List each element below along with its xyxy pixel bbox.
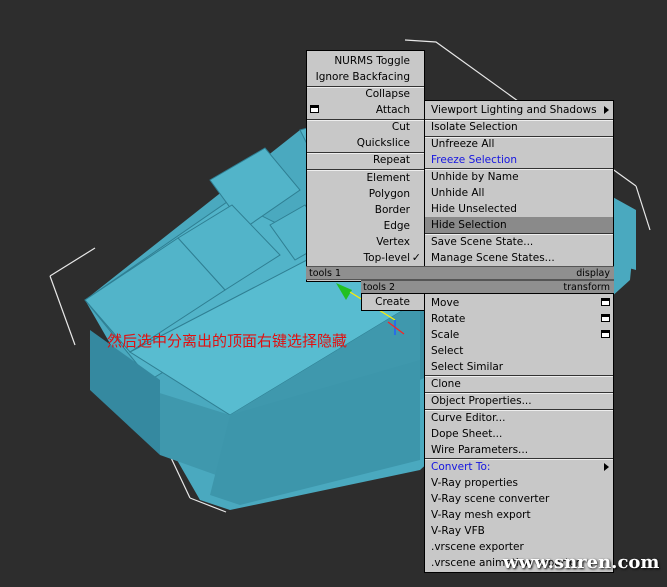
menu-item-clone[interactable]: Clone bbox=[425, 376, 613, 392]
menu-item-label: Freeze Selection bbox=[431, 154, 517, 166]
menu-item-label: Wire Parameters... bbox=[431, 444, 529, 456]
quad-menu-transform: Move Rotate Scale Select Select Similar … bbox=[424, 293, 614, 573]
menu-item-label: Quickslice bbox=[356, 137, 410, 149]
menu-item-select-similar[interactable]: Select Similar bbox=[425, 359, 613, 375]
menu-item-label: Manage Scene States... bbox=[431, 252, 555, 264]
settings-box-icon[interactable] bbox=[601, 330, 610, 338]
menu-item-label: Create bbox=[375, 296, 410, 308]
menu-item-object-properties[interactable]: Object Properties... bbox=[425, 393, 613, 409]
header-label-tools1: tools 1 bbox=[309, 268, 342, 279]
menu-item-isolate-selection[interactable]: Isolate Selection bbox=[425, 119, 613, 135]
menu-item-freeze-selection[interactable]: Freeze Selection bbox=[425, 152, 613, 168]
submenu-arrow-icon bbox=[604, 463, 609, 471]
menu-item-label: Unhide by Name bbox=[431, 171, 519, 183]
menu-item-dope-sheet[interactable]: Dope Sheet... bbox=[425, 426, 613, 442]
menu-item-label: Scale bbox=[431, 329, 460, 341]
menu-item-label: Unhide All bbox=[431, 187, 485, 199]
menu-item-label: Object Properties... bbox=[431, 395, 532, 407]
menu-item-vertex[interactable]: Vertex bbox=[307, 234, 424, 250]
settings-box-icon[interactable] bbox=[601, 314, 610, 322]
menu-item-label: Vertex bbox=[376, 236, 410, 248]
menu-item-collapse[interactable]: Collapse bbox=[307, 86, 424, 102]
menu-item-polygon[interactable]: Polygon bbox=[307, 186, 424, 202]
menu-item-convert-to[interactable]: Convert To: bbox=[425, 459, 613, 475]
menu-item-repeat[interactable]: Repeat bbox=[307, 152, 424, 168]
menu-item-edge[interactable]: Edge bbox=[307, 218, 424, 234]
menu-item-create[interactable]: Create bbox=[362, 294, 424, 310]
menu-item-label: Polygon bbox=[368, 188, 410, 200]
header-label-display: display bbox=[576, 268, 610, 279]
menu-item-top-level[interactable]: Top-level ✓ bbox=[307, 250, 424, 266]
submenu-arrow-icon bbox=[604, 106, 609, 114]
menu-item-label: Attach bbox=[375, 104, 410, 116]
menu-item-curve-editor[interactable]: Curve Editor... bbox=[425, 410, 613, 426]
menu-item-label: Hide Selection bbox=[431, 219, 507, 231]
quad-header-tools1-display: tools 1 display bbox=[306, 266, 614, 280]
menu-item-label: Ignore Backfacing bbox=[315, 71, 410, 83]
menu-item-cut[interactable]: Cut bbox=[307, 119, 424, 135]
checkmark-icon: ✓ bbox=[411, 251, 421, 264]
settings-box-icon[interactable] bbox=[310, 105, 319, 113]
settings-box-icon[interactable] bbox=[601, 298, 610, 306]
menu-item-label: NURMS Toggle bbox=[334, 55, 410, 67]
menu-item-label: Cut bbox=[391, 121, 410, 133]
menu-item-label: V-Ray scene converter bbox=[431, 493, 550, 505]
menu-item-border[interactable]: Border bbox=[307, 202, 424, 218]
menu-item-save-scene-state[interactable]: Save Scene State... bbox=[425, 234, 613, 250]
watermark-logo: www.snren.com bbox=[503, 552, 660, 573]
menu-item-hide-unselected[interactable]: Hide Unselected bbox=[425, 201, 613, 217]
menu-item-element[interactable]: Element bbox=[307, 170, 424, 186]
menu-item-move[interactable]: Move bbox=[425, 295, 613, 311]
tutorial-caption: 然后选中分离出的顶面右键选择隐藏 bbox=[107, 332, 348, 350]
quad-menu-tools2: Create bbox=[361, 293, 425, 311]
menu-item-label: Unfreeze All bbox=[431, 138, 495, 150]
menu-item-unhide-all[interactable]: Unhide All bbox=[425, 185, 613, 201]
menu-item-nurms-toggle[interactable]: NURMS Toggle bbox=[307, 53, 424, 69]
menu-item-label: Border bbox=[374, 204, 410, 216]
menu-item-vray-scene-converter[interactable]: V-Ray scene converter bbox=[425, 491, 613, 507]
menu-item-label: Curve Editor... bbox=[431, 412, 506, 424]
menu-item-scale[interactable]: Scale bbox=[425, 327, 613, 343]
menu-item-label: Rotate bbox=[431, 313, 466, 325]
menu-item-hide-selection[interactable]: Hide Selection bbox=[425, 217, 613, 233]
menu-item-label: V-Ray properties bbox=[431, 477, 518, 489]
menu-item-unhide-by-name[interactable]: Unhide by Name bbox=[425, 169, 613, 185]
menu-item-wire-parameters[interactable]: Wire Parameters... bbox=[425, 442, 613, 458]
menu-item-label: Top-level bbox=[363, 252, 410, 264]
menu-item-label: V-Ray VFB bbox=[431, 525, 485, 537]
menu-item-vray-mesh-export[interactable]: V-Ray mesh export bbox=[425, 507, 613, 523]
menu-item-label: Clone bbox=[431, 378, 461, 390]
menu-item-label: Element bbox=[366, 172, 410, 184]
menu-item-label: Collapse bbox=[365, 88, 410, 100]
menu-item-label: Convert To: bbox=[431, 461, 491, 473]
menu-item-label: Save Scene State... bbox=[431, 236, 534, 248]
menu-item-label: Repeat bbox=[373, 154, 410, 166]
menu-item-label: Move bbox=[431, 297, 460, 309]
quad-menu-tools1: NURMS Toggle Ignore Backfacing Collapse … bbox=[306, 50, 425, 282]
menu-item-label: Edge bbox=[383, 220, 410, 232]
menu-item-unfreeze-all[interactable]: Unfreeze All bbox=[425, 136, 613, 152]
menu-item-attach[interactable]: Attach bbox=[307, 102, 424, 118]
menu-item-quickslice[interactable]: Quickslice bbox=[307, 135, 424, 151]
menu-item-label: Viewport Lighting and Shadows bbox=[431, 104, 597, 116]
menu-item-ignore-backfacing[interactable]: Ignore Backfacing bbox=[307, 69, 424, 85]
menu-item-label: Dope Sheet... bbox=[431, 428, 503, 440]
menu-item-label: Hide Unselected bbox=[431, 203, 517, 215]
menu-item-label: V-Ray mesh export bbox=[431, 509, 531, 521]
menu-item-label: Isolate Selection bbox=[431, 121, 518, 133]
menu-item-vray-properties[interactable]: V-Ray properties bbox=[425, 475, 613, 491]
menu-item-vray-vfb[interactable]: V-Ray VFB bbox=[425, 523, 613, 539]
menu-item-select[interactable]: Select bbox=[425, 343, 613, 359]
quad-menu-display: Viewport Lighting and Shadows Isolate Se… bbox=[424, 100, 614, 282]
menu-item-rotate[interactable]: Rotate bbox=[425, 311, 613, 327]
menu-item-label: Select Similar bbox=[431, 361, 504, 373]
quad-header-tools2-transform: tools 2 transform bbox=[361, 280, 614, 294]
menu-item-manage-scene-states[interactable]: Manage Scene States... bbox=[425, 250, 613, 266]
menu-item-viewport-lighting[interactable]: Viewport Lighting and Shadows bbox=[425, 102, 613, 118]
menu-item-label: Select bbox=[431, 345, 464, 357]
